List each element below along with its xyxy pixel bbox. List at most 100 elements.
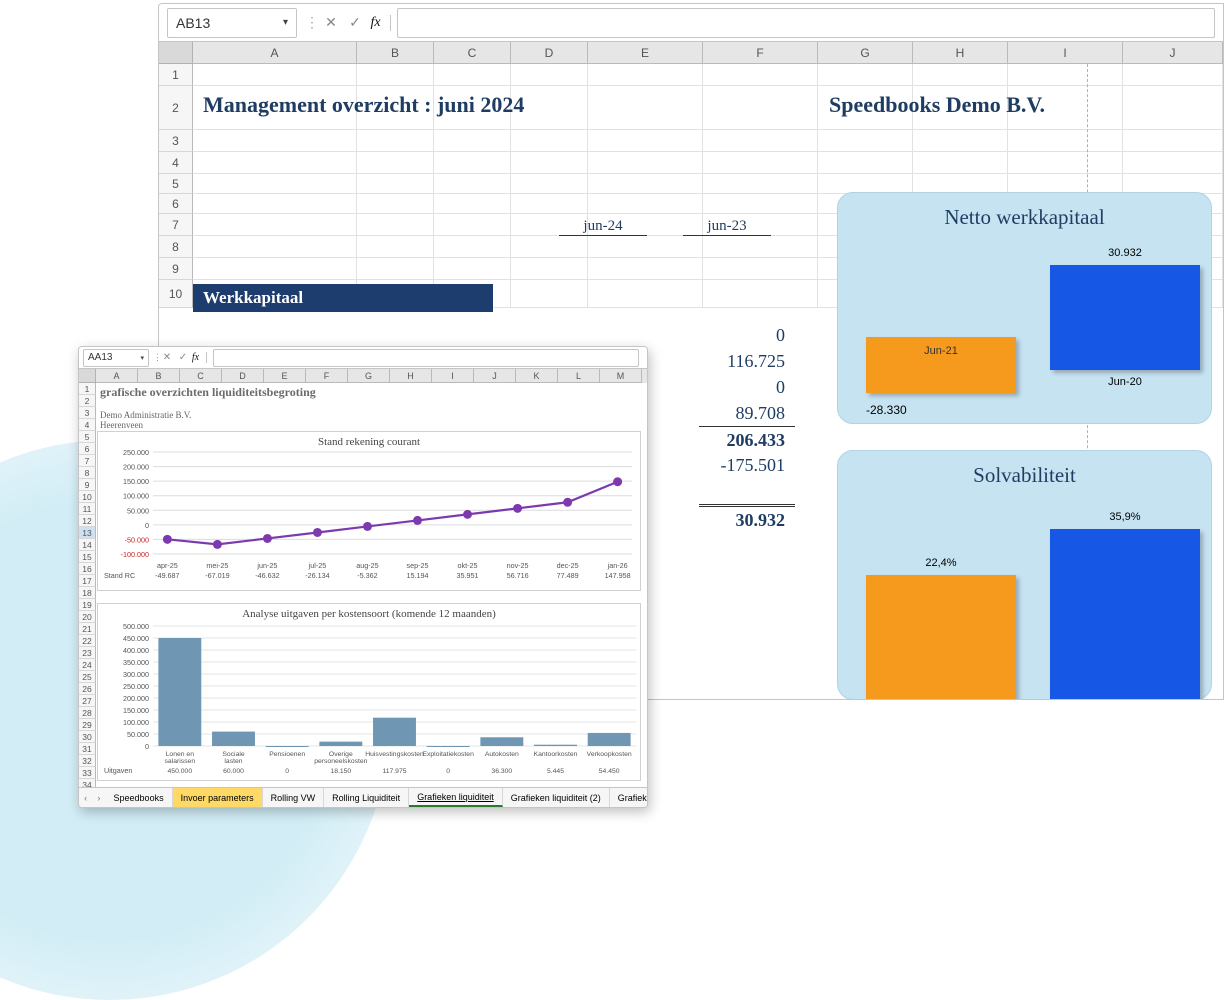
cell[interactable] xyxy=(511,258,588,280)
row-header[interactable]: 1 xyxy=(159,64,193,86)
row-header[interactable]: 4 xyxy=(79,419,96,431)
fx-icon[interactable]: fx xyxy=(367,15,391,31)
row-header[interactable]: 29 xyxy=(79,719,96,731)
row-header[interactable]: 21 xyxy=(79,623,96,635)
cell[interactable] xyxy=(434,64,511,86)
row-header[interactable]: 11 xyxy=(79,503,96,515)
col-header[interactable]: M xyxy=(600,369,642,383)
cell[interactable] xyxy=(818,64,913,86)
row-header[interactable]: 27 xyxy=(79,695,96,707)
cell[interactable] xyxy=(588,280,703,308)
cell[interactable] xyxy=(913,152,1008,174)
cell[interactable] xyxy=(588,174,703,194)
tab-next-icon[interactable]: › xyxy=(92,793,105,803)
row-header[interactable]: 5 xyxy=(79,431,96,443)
fx-icon[interactable]: fx xyxy=(191,352,207,363)
row-header[interactable]: 28 xyxy=(79,707,96,719)
select-all-corner[interactable] xyxy=(159,42,193,64)
row-header[interactable]: 9 xyxy=(79,479,96,491)
col-header[interactable]: I xyxy=(432,369,474,383)
row-header[interactable]: 23 xyxy=(79,647,96,659)
row-header[interactable]: 16 xyxy=(79,563,96,575)
cancel-icon[interactable]: ✕ xyxy=(319,14,343,31)
row-header[interactable]: 20 xyxy=(79,611,96,623)
cell[interactable] xyxy=(193,64,357,86)
cell[interactable] xyxy=(1123,130,1223,152)
col-header[interactable]: I xyxy=(1008,42,1123,64)
cell[interactable] xyxy=(703,86,818,130)
cell[interactable] xyxy=(511,152,588,174)
cell[interactable] xyxy=(818,174,913,194)
cell[interactable] xyxy=(193,130,357,152)
row-header[interactable]: 30 xyxy=(79,731,96,743)
row-header[interactable]: 13 xyxy=(79,527,96,539)
cell[interactable] xyxy=(703,280,818,308)
col-header[interactable]: H xyxy=(390,369,432,383)
row-header[interactable]: 7 xyxy=(79,455,96,467)
col-header[interactable]: B xyxy=(138,369,180,383)
cell[interactable] xyxy=(434,236,511,258)
row-header[interactable]: 6 xyxy=(159,194,193,214)
select-all-corner[interactable] xyxy=(79,369,96,383)
row-header[interactable]: 17 xyxy=(79,575,96,587)
cell[interactable] xyxy=(193,258,357,280)
col-header[interactable]: E xyxy=(264,369,306,383)
cell[interactable] xyxy=(511,174,588,194)
col-header[interactable]: A xyxy=(193,42,357,64)
cell[interactable] xyxy=(1008,152,1123,174)
col-header[interactable]: K xyxy=(516,369,558,383)
cell[interactable] xyxy=(357,194,434,214)
cell[interactable] xyxy=(588,130,703,152)
row-header[interactable]: 3 xyxy=(159,130,193,152)
row-header[interactable]: 12 xyxy=(79,515,96,527)
row-header[interactable]: 24 xyxy=(79,659,96,671)
cell[interactable] xyxy=(357,174,434,194)
cell[interactable] xyxy=(703,194,818,214)
row-header[interactable]: 3 xyxy=(79,407,96,419)
cell[interactable] xyxy=(357,152,434,174)
cell[interactable] xyxy=(703,152,818,174)
row-header[interactable]: 10 xyxy=(159,280,193,308)
cell[interactable] xyxy=(1123,152,1223,174)
row-header[interactable]: 5 xyxy=(159,174,193,194)
cell[interactable] xyxy=(193,174,357,194)
sheet-tab[interactable]: Grafieken liquiditeit xyxy=(409,788,503,807)
cell[interactable] xyxy=(1008,130,1123,152)
cell[interactable] xyxy=(588,194,703,214)
col-header[interactable]: E xyxy=(588,42,703,64)
cell[interactable] xyxy=(357,130,434,152)
formula-input[interactable] xyxy=(213,349,639,367)
cell[interactable] xyxy=(913,130,1008,152)
cell[interactable] xyxy=(588,258,703,280)
cell[interactable] xyxy=(434,174,511,194)
row-header[interactable]: 8 xyxy=(159,236,193,258)
cell[interactable] xyxy=(818,152,913,174)
cell[interactable] xyxy=(913,174,1008,194)
col-header[interactable]: J xyxy=(474,369,516,383)
col-header[interactable]: G xyxy=(818,42,913,64)
confirm-icon[interactable]: ✓ xyxy=(343,14,367,31)
row-header[interactable]: 32 xyxy=(79,755,96,767)
col-header[interactable]: F xyxy=(306,369,348,383)
cell[interactable] xyxy=(703,236,818,258)
cell[interactable] xyxy=(703,258,818,280)
col-header[interactable]: B xyxy=(357,42,434,64)
cell[interactable] xyxy=(703,64,818,86)
col-header[interactable]: C xyxy=(434,42,511,64)
col-header[interactable]: D xyxy=(222,369,264,383)
cell[interactable] xyxy=(193,152,357,174)
cell[interactable] xyxy=(357,236,434,258)
row-header[interactable]: 18 xyxy=(79,587,96,599)
row-header[interactable]: 15 xyxy=(79,551,96,563)
col-header[interactable]: H xyxy=(913,42,1008,64)
sheet-tab[interactable]: Grafieken liq xyxy=(610,788,647,807)
row-header[interactable]: 31 xyxy=(79,743,96,755)
cell[interactable] xyxy=(193,236,357,258)
cell[interactable] xyxy=(703,174,818,194)
cell[interactable] xyxy=(511,236,588,258)
cell[interactable] xyxy=(703,130,818,152)
name-box[interactable]: AA13 ▾ xyxy=(83,349,149,367)
row-header[interactable]: 6 xyxy=(79,443,96,455)
cell[interactable] xyxy=(357,214,434,236)
row-header[interactable]: 10 xyxy=(79,491,96,503)
